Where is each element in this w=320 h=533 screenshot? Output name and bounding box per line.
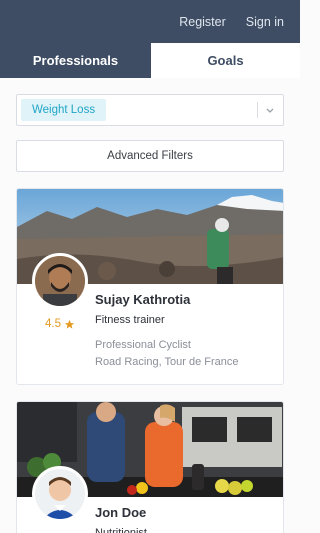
- goal-select[interactable]: Weight Loss: [16, 94, 284, 126]
- avatar: [32, 253, 88, 309]
- register-link[interactable]: Register: [179, 15, 226, 29]
- tab-goals[interactable]: Goals: [151, 43, 300, 78]
- professional-role: Nutritionist: [95, 527, 147, 533]
- main-content: Weight Loss Advanced Filters 4.5 Sujay K…: [0, 78, 300, 533]
- card-body: Jon Doe Nutritionist: [17, 466, 283, 533]
- professional-name[interactable]: Jon Doe: [95, 505, 146, 520]
- professional-description-line2: Road Racing, Tour de France: [95, 356, 239, 368]
- advanced-filters-button[interactable]: Advanced Filters: [16, 140, 284, 172]
- rating: 4.5: [45, 318, 75, 330]
- professional-role: Fitness trainer: [95, 314, 165, 326]
- weight-loss-tag[interactable]: Weight Loss: [21, 99, 107, 121]
- professional-description-line1: Professional Cyclist: [95, 339, 191, 351]
- rating-value: 4.5: [45, 318, 61, 330]
- professional-card[interactable]: Jon Doe Nutritionist: [16, 401, 284, 533]
- avatar: [32, 466, 88, 522]
- signin-link[interactable]: Sign in: [246, 15, 284, 29]
- professional-card[interactable]: 4.5 Sujay Kathrotia Fitness trainer Prof…: [16, 188, 284, 385]
- tab-bar: Professionals Goals: [0, 43, 300, 78]
- top-bar: Register Sign in: [0, 0, 300, 43]
- professional-name[interactable]: Sujay Kathrotia: [95, 292, 190, 307]
- chevron-down-icon[interactable]: [265, 103, 275, 117]
- star-icon: [64, 319, 75, 329]
- tab-professionals[interactable]: Professionals: [0, 43, 151, 78]
- card-body: 4.5 Sujay Kathrotia Fitness trainer Prof…: [17, 253, 283, 384]
- select-divider: [257, 102, 258, 118]
